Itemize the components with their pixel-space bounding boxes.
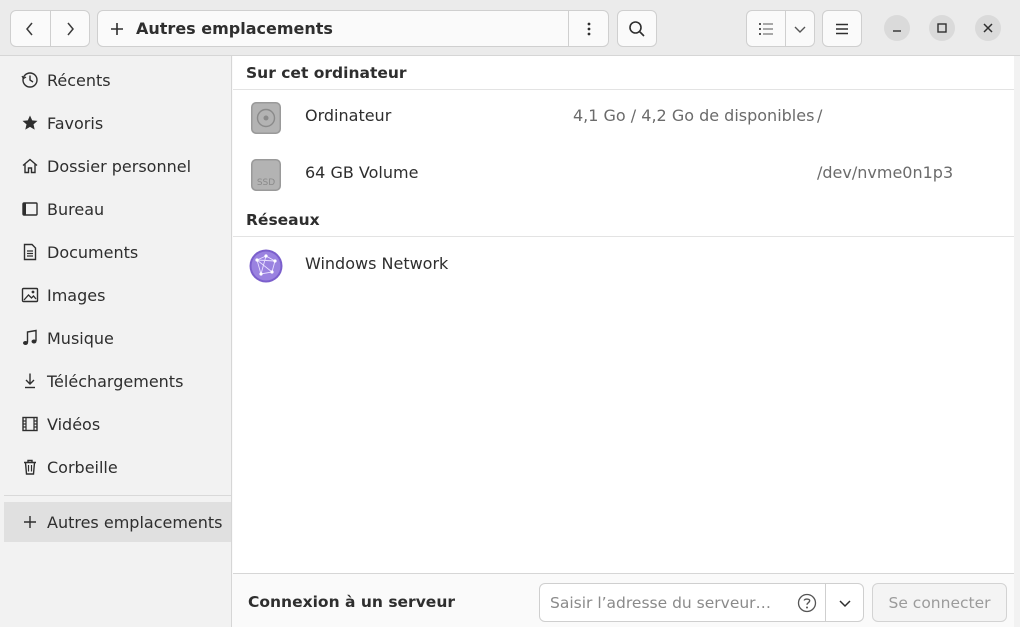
trash-icon: [18, 455, 42, 479]
sidebar-item-favoris[interactable]: Favoris: [4, 103, 231, 143]
close-button[interactable]: [975, 15, 1001, 41]
navigation-buttons: [10, 10, 90, 47]
clock-icon: [18, 68, 42, 92]
sidebar-separator: [4, 495, 231, 496]
minimize-icon: [893, 30, 901, 32]
sidebar-item-label: Autres emplacements: [47, 512, 223, 532]
hard-disk-icon: [251, 102, 281, 134]
film-icon: [18, 412, 42, 436]
plus-icon: [18, 510, 42, 534]
sidebar-item-bureau[interactable]: Bureau: [4, 189, 231, 229]
download-icon: [18, 369, 42, 393]
place-name: 64 GB Volume: [305, 163, 419, 182]
back-button[interactable]: [11, 11, 50, 46]
chevron-right-icon: [67, 22, 74, 35]
server-address-entry: [539, 583, 864, 622]
connect-server-bar: Connexion à un serveur Se connecter: [233, 573, 1014, 627]
close-icon: [983, 23, 993, 33]
connect-button[interactable]: Se connecter: [872, 583, 1007, 622]
sidebar-item-documents[interactable]: Documents: [4, 232, 231, 272]
sidebar-item-label: Récents: [47, 70, 111, 90]
main-menu-button[interactable]: [822, 10, 862, 47]
sidebar-item-label: Dossier personnel: [47, 156, 192, 176]
sidebar-item-recents[interactable]: Récents: [4, 60, 231, 100]
help-icon[interactable]: [789, 584, 825, 621]
location-bar[interactable]: Autres emplacements: [97, 10, 609, 47]
sidebar-item-corbeille[interactable]: Corbeille: [4, 447, 231, 487]
other-locations-view: Sur cet ordinateur Ordinateur 4,1 Go / 4…: [233, 56, 1014, 573]
home-icon: [18, 154, 42, 178]
header-bar: Autres emplacements: [0, 0, 1020, 56]
location-menu-button[interactable]: [568, 11, 608, 46]
sidebar-item-label: Téléchargements: [47, 371, 184, 391]
more-vertical-icon: [587, 22, 590, 35]
list-view-icon: [759, 22, 774, 35]
place-row-volume[interactable]: SSD 64 GB Volume /dev/nvme0n1p3: [233, 147, 1014, 199]
sidebar-item-label: Corbeille: [47, 457, 118, 477]
chevron-down-icon: [838, 599, 851, 607]
place-row-windows-network[interactable]: Windows Network: [233, 238, 1014, 290]
window-edge: [1014, 56, 1020, 627]
sidebar-item-label: Documents: [47, 242, 139, 262]
maximize-button[interactable]: [929, 15, 955, 41]
sidebar-item-videos[interactable]: Vidéos: [4, 404, 231, 444]
music-icon: [18, 326, 42, 350]
sidebar-item-telechargements[interactable]: Téléchargements: [4, 361, 231, 401]
network-globe-icon: [249, 249, 283, 283]
server-address-input[interactable]: [540, 584, 789, 621]
search-icon: [629, 20, 645, 37]
sidebar-item-label: Images: [47, 285, 106, 305]
sidebar-item-images[interactable]: Images: [4, 275, 231, 315]
plus-icon: [98, 11, 136, 46]
sidebar-item-label: Vidéos: [47, 414, 101, 434]
chevron-left-icon: [26, 22, 34, 35]
chevron-down-icon: [794, 26, 806, 33]
maximize-icon: [937, 23, 947, 33]
star-icon: [18, 111, 42, 135]
location-label: Autres emplacements: [136, 19, 333, 38]
sidebar-item-label: Favoris: [47, 113, 104, 133]
document-icon: [18, 240, 42, 264]
forward-button[interactable]: [49, 11, 89, 46]
place-row-computer[interactable]: Ordinateur 4,1 Go / 4,2 Go de disponible…: [233, 90, 1014, 142]
sidebar-item-musique[interactable]: Musique: [4, 318, 231, 358]
connect-server-label: Connexion à un serveur: [248, 593, 455, 611]
ssd-icon: SSD: [251, 159, 281, 191]
sidebar-item-label: Bureau: [47, 199, 105, 219]
section-title-networks: Réseaux: [246, 211, 320, 229]
place-name: Windows Network: [305, 254, 449, 273]
list-view-button[interactable]: [747, 11, 787, 46]
place-name: Ordinateur: [305, 106, 392, 125]
svg-text:SSD: SSD: [257, 178, 275, 188]
minimize-button[interactable]: [884, 15, 910, 41]
sidebar: Récents Favoris Dossier personnel Bureau…: [0, 56, 232, 627]
recent-servers-dropdown[interactable]: [825, 584, 863, 621]
section-title-computer: Sur cet ordinateur: [246, 64, 407, 82]
hamburger-menu-icon: [836, 23, 848, 34]
sidebar-item-label: Musique: [47, 328, 114, 348]
sidebar-item-home[interactable]: Dossier personnel: [4, 146, 231, 186]
files-window: Autres emplacements Récents Favoris Doss…: [0, 0, 1020, 627]
place-space: 4,1 Go / 4,2 Go de disponibles: [573, 106, 815, 125]
sidebar-item-other-locations[interactable]: Autres emplacements: [4, 502, 231, 542]
desktop-icon: [18, 197, 42, 221]
search-button[interactable]: [617, 10, 657, 47]
view-controls: [746, 10, 815, 47]
image-icon: [18, 283, 42, 307]
place-path: /dev/nvme0n1p3: [817, 163, 954, 182]
section-divider: [233, 236, 1014, 237]
place-path: /: [817, 106, 823, 125]
view-options-button[interactable]: [786, 11, 814, 46]
